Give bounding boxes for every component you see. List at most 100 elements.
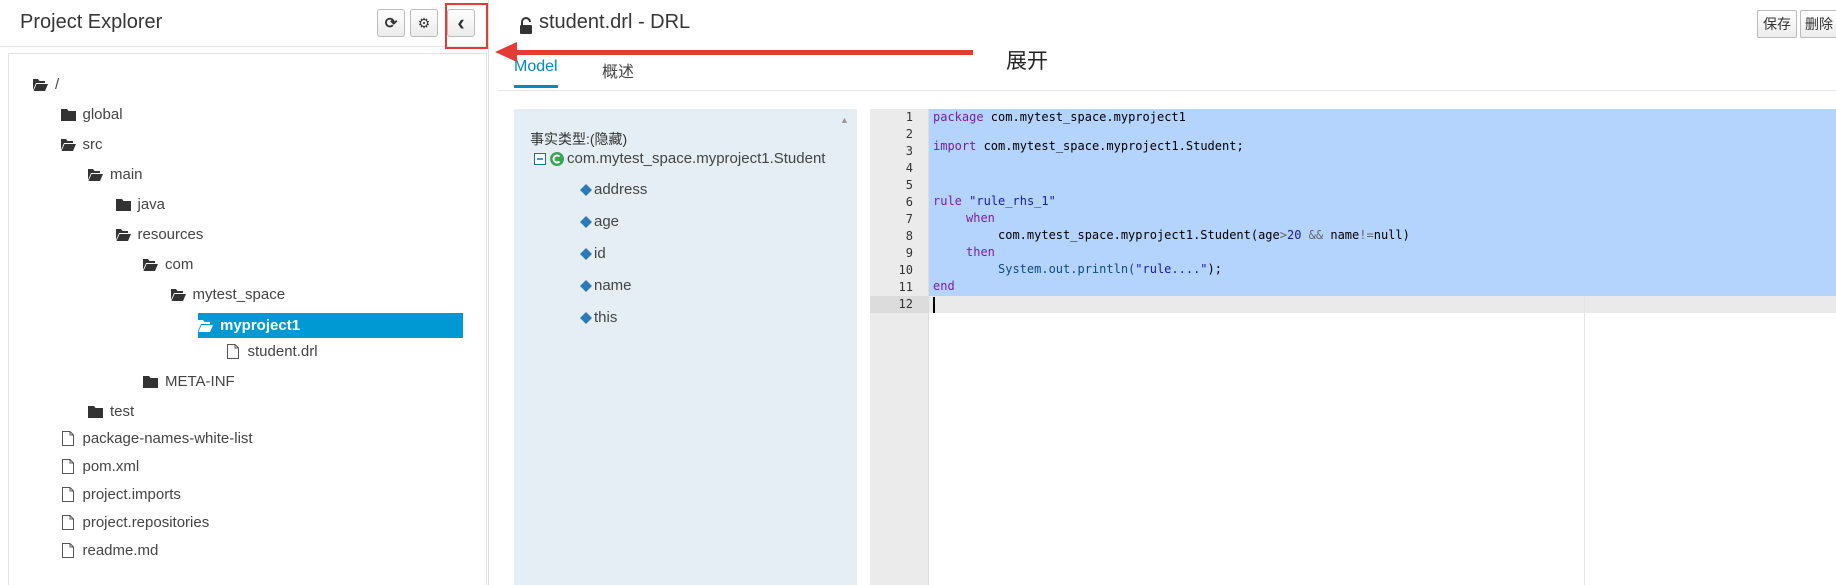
folder-open-icon — [88, 167, 103, 182]
fact-field-address[interactable]: address — [580, 181, 647, 198]
fact-field-label: age — [594, 213, 620, 230]
tree-item-label: project.imports — [82, 485, 181, 503]
file-icon — [61, 514, 76, 530]
tree-item-package-names-white-list[interactable]: package-names-white-list — [61, 427, 253, 449]
annotation-arrow-line — [508, 50, 973, 55]
line-number: 6 — [905, 195, 913, 209]
editor-tabs: Model 概述 — [498, 50, 1836, 91]
file-icon — [61, 486, 76, 502]
folder-open-icon — [198, 318, 213, 333]
file-icon — [61, 458, 76, 474]
collapse-minus-icon[interactable] — [534, 152, 546, 165]
line-number: 7 — [905, 212, 913, 226]
tree-item-com[interactable]: com — [143, 253, 193, 275]
tree-item-myproject1[interactable]: myproject1 — [198, 313, 463, 338]
folder-open-icon — [143, 257, 158, 272]
tree-item-readme-md[interactable]: readme.md — [61, 539, 159, 561]
tree-item-label: com — [165, 255, 194, 273]
tree-item-test[interactable]: test — [88, 400, 134, 422]
file-icon — [61, 542, 76, 558]
explorer-title: Project Explorer — [20, 11, 163, 33]
tree-item-java[interactable]: java — [115, 193, 166, 215]
code-line-6: rule "rule_rhs_1" — [933, 194, 1056, 208]
tree-item-label: package-names-white-list — [82, 429, 253, 447]
line-number: 11 — [898, 280, 913, 294]
field-diamond-icon — [580, 247, 592, 260]
save-button[interactable]: 保存 — [1757, 10, 1797, 38]
current-line-highlight — [929, 296, 1836, 313]
tab-overview[interactable]: 概述 — [602, 58, 634, 82]
line-number: 12 — [898, 297, 913, 311]
tree-item-resources[interactable]: resources — [115, 223, 204, 245]
annotation-label: 展开 — [1006, 50, 1048, 73]
scroll-up-icon[interactable]: ▲ — [840, 115, 849, 125]
tree-item-label: / — [55, 75, 60, 93]
code-line-8: com.mytest_space.myproject1.Student(age>… — [998, 228, 1410, 242]
lock-icon — [520, 17, 532, 34]
field-diamond-icon — [580, 311, 592, 324]
tab-model[interactable]: Model — [514, 58, 558, 88]
fact-field-name[interactable]: name — [580, 277, 632, 294]
fact-field-label: address — [594, 181, 648, 198]
explorer-header: Project Explorer ⟳ ⚙ ‹ — [0, 0, 488, 47]
tree-item-mytest-space[interactable]: mytest_space — [170, 283, 285, 305]
annotation-highlight-box — [445, 3, 488, 49]
tree-item-label: main — [110, 165, 143, 183]
folder-open-icon — [60, 137, 76, 152]
refresh-icon: ⟳ — [384, 15, 398, 32]
tree-item-label: global — [82, 105, 123, 123]
code-line-9: then — [966, 245, 995, 259]
fact-field-this[interactable]: this — [580, 309, 617, 326]
tree-item-label: student.drl — [247, 342, 318, 360]
line-number: 8 — [905, 229, 913, 243]
tree-item-label: project.repositories — [82, 513, 210, 531]
folder-open-icon — [170, 287, 186, 302]
line-number: 9 — [905, 246, 913, 260]
code-line-7: when — [966, 211, 995, 225]
settings-button[interactable]: ⚙ — [410, 9, 438, 37]
code-line-1: package com.mytest_space.myproject1 — [933, 110, 1186, 124]
line-number: 4 — [905, 161, 913, 175]
refresh-button[interactable]: ⟳ — [377, 9, 405, 37]
folder-icon — [60, 107, 76, 122]
fact-field-label: id — [594, 245, 606, 262]
field-diamond-icon — [580, 215, 592, 228]
tree-item-label: resources — [137, 225, 204, 243]
tree-item-project-imports[interactable]: project.imports — [61, 483, 181, 505]
line-number: 2 — [905, 127, 913, 141]
delete-button[interactable]: 删除 — [1800, 10, 1836, 38]
fact-types-title: 事实类型:(隐藏) — [530, 131, 628, 147]
tree-item-meta-inf[interactable]: META-INF — [143, 370, 235, 392]
fact-field-id[interactable]: id — [580, 245, 606, 262]
line-number: 10 — [898, 263, 913, 277]
line-number: 5 — [905, 178, 913, 192]
fact-class-name: com.mytest_space.myproject1.Student — [567, 150, 826, 167]
tree-item-global[interactable]: global — [60, 103, 123, 125]
folder-icon — [143, 374, 158, 389]
line-number: 1 — [905, 110, 913, 124]
tree-item-student-drl[interactable]: student.drl — [226, 340, 318, 362]
folder-icon — [115, 197, 131, 212]
tree-item-label: readme.md — [82, 541, 159, 559]
fact-field-label: this — [594, 309, 618, 326]
tree-item--[interactable]: / — [33, 73, 59, 95]
text-cursor — [933, 297, 935, 313]
tree-item-label: pom.xml — [82, 457, 140, 475]
code-line-10: System.out.println("rule...."); — [998, 262, 1222, 276]
tree-item-main[interactable]: main — [88, 163, 143, 185]
folder-icon — [88, 404, 103, 419]
tree-item-label: java — [137, 195, 166, 213]
code-line-3: import com.mytest_space.myproject1.Stude… — [933, 139, 1244, 153]
tree-item-project-repositories[interactable]: project.repositories — [61, 511, 210, 533]
tree-item-label: myproject1 — [220, 317, 301, 334]
fact-types-panel — [514, 109, 857, 585]
gear-icon: ⚙ — [417, 14, 431, 31]
tree-item-src[interactable]: src — [60, 133, 103, 155]
code-line-11: end — [933, 279, 955, 293]
fact-field-age[interactable]: age — [580, 213, 619, 230]
fact-class-row[interactable]: com.mytest_space.myproject1.Student — [534, 150, 825, 167]
tree-item-label: META-INF — [165, 372, 235, 390]
tree-item-pom-xml[interactable]: pom.xml — [61, 455, 140, 477]
tree-item-label: test — [110, 402, 135, 420]
fact-field-label: name — [594, 277, 632, 294]
